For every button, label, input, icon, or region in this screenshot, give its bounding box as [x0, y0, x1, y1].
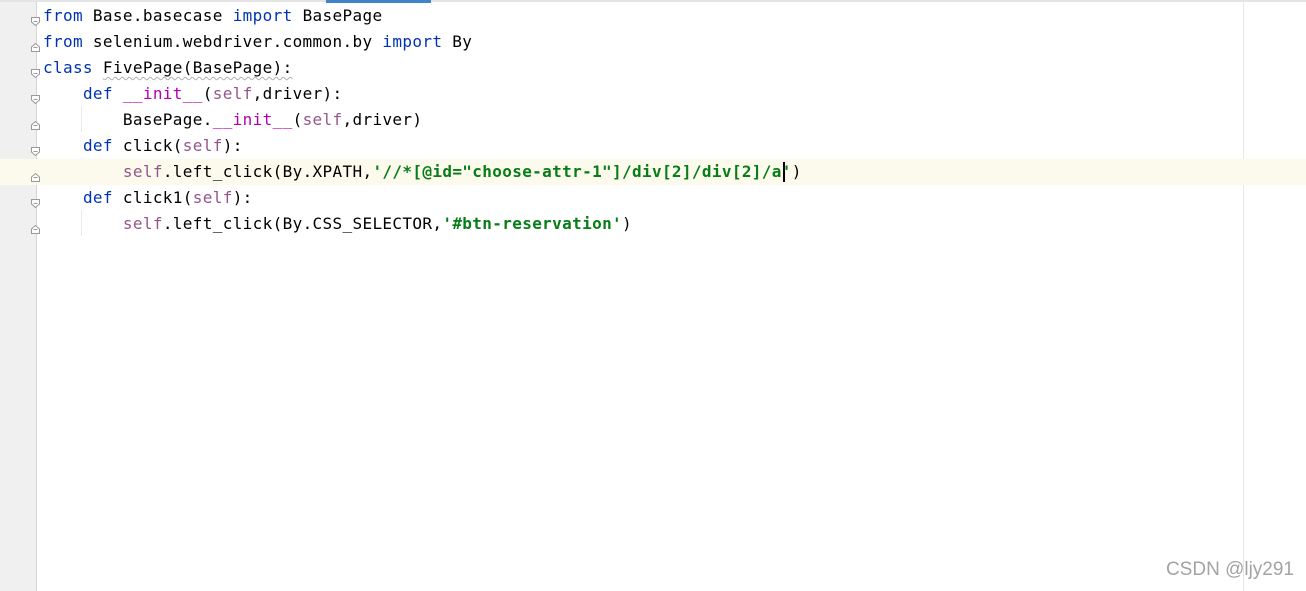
code-token: import	[232, 6, 293, 25]
code-token: (	[292, 110, 303, 129]
code-text[interactable]: from Base.basecase import BasePage	[43, 6, 382, 26]
code-line[interactable]: from selenium.webdriver.common.by import…	[0, 29, 1306, 55]
code-line[interactable]: self.left_click(By.CSS_SELECTOR,'#btn-re…	[0, 211, 1306, 237]
code-token: self	[302, 110, 343, 129]
code-token: .left_click(By.XPATH,	[162, 162, 373, 181]
code-line[interactable]: class FivePage(BasePage):	[0, 55, 1306, 81]
code-token: '#btn-reservation'	[442, 214, 623, 233]
fold-open-icon[interactable]	[31, 89, 40, 105]
code-line[interactable]: def click1(self):	[0, 185, 1306, 211]
code-token: ,driver):	[252, 84, 343, 103]
code-token: ):	[232, 188, 253, 207]
code-token: FivePage(BasePage):	[102, 58, 293, 77]
fold-close-icon[interactable]	[31, 219, 40, 234]
code-token: click1(	[112, 188, 193, 207]
code-token: def	[82, 136, 113, 155]
code-token: self	[122, 214, 163, 233]
code-token: By	[442, 32, 473, 51]
code-text[interactable]: self.left_click(By.CSS_SELECTOR,'#btn-re…	[43, 214, 632, 234]
code-token: class	[43, 58, 93, 77]
fold-open-icon[interactable]	[31, 11, 40, 27]
code-text[interactable]: from selenium.webdriver.common.by import…	[43, 32, 472, 52]
code-token: import	[382, 32, 443, 51]
code-text[interactable]: class FivePage(BasePage):	[43, 58, 293, 78]
code-token: self	[212, 84, 253, 103]
code-token: def	[82, 188, 113, 207]
code-text[interactable]: BasePage.__init__(self,driver)	[43, 110, 422, 130]
watermark: CSDN @ljy291	[1165, 559, 1294, 580]
fold-open-icon[interactable]	[31, 63, 40, 79]
code-token: BasePage	[292, 6, 383, 25]
code-line[interactable]: def __init__(self,driver):	[0, 81, 1306, 107]
fold-open-icon[interactable]	[31, 193, 40, 209]
code-editor[interactable]: from Base.basecase import BasePage from s…	[0, 0, 1306, 591]
code-token: ):	[222, 136, 243, 155]
code-token: )	[622, 214, 633, 233]
code-token: self	[182, 136, 223, 155]
code-token: click(	[112, 136, 183, 155]
code-line[interactable]: BasePage.__init__(self,driver)	[0, 107, 1306, 133]
code-line[interactable]: self.left_click(By.XPATH,'//*[@id="choos…	[0, 159, 1306, 185]
code-token: def	[82, 84, 113, 103]
tab-bar-border	[0, 0, 1306, 2]
code-token: '//*[@id="choose-attr-1"]/div[2]/div[2]/…	[372, 162, 792, 181]
code-token: .left_click(By.CSS_SELECTOR,	[162, 214, 443, 233]
code-token: self	[192, 188, 233, 207]
fold-close-icon[interactable]	[31, 167, 40, 182]
code-token: (	[202, 84, 213, 103]
text-caret	[783, 162, 785, 182]
code-text[interactable]: def click1(self):	[43, 188, 253, 208]
code-token: ,driver)	[342, 110, 423, 129]
code-text[interactable]: def click(self):	[43, 136, 243, 156]
code-token: selenium.webdriver.common.by	[82, 32, 383, 51]
fold-open-icon[interactable]	[31, 141, 40, 157]
code-token: __init__	[212, 110, 293, 129]
code-token: from	[43, 32, 83, 51]
code-token: )	[791, 162, 802, 181]
code-line[interactable]: from Base.basecase import BasePage	[0, 3, 1306, 29]
code-token: __init__	[122, 84, 203, 103]
code-token: from	[43, 6, 83, 25]
code-token: BasePage.	[43, 110, 213, 129]
code-line[interactable]: def click(self):	[0, 133, 1306, 159]
code-token: Base.basecase	[82, 6, 233, 25]
code-text[interactable]: self.left_click(By.XPATH,'//*[@id="choos…	[43, 162, 802, 182]
code-text[interactable]: def __init__(self,driver):	[43, 84, 343, 104]
fold-close-icon[interactable]	[31, 37, 40, 52]
code-token: self	[122, 162, 163, 181]
fold-close-icon[interactable]	[31, 115, 40, 130]
